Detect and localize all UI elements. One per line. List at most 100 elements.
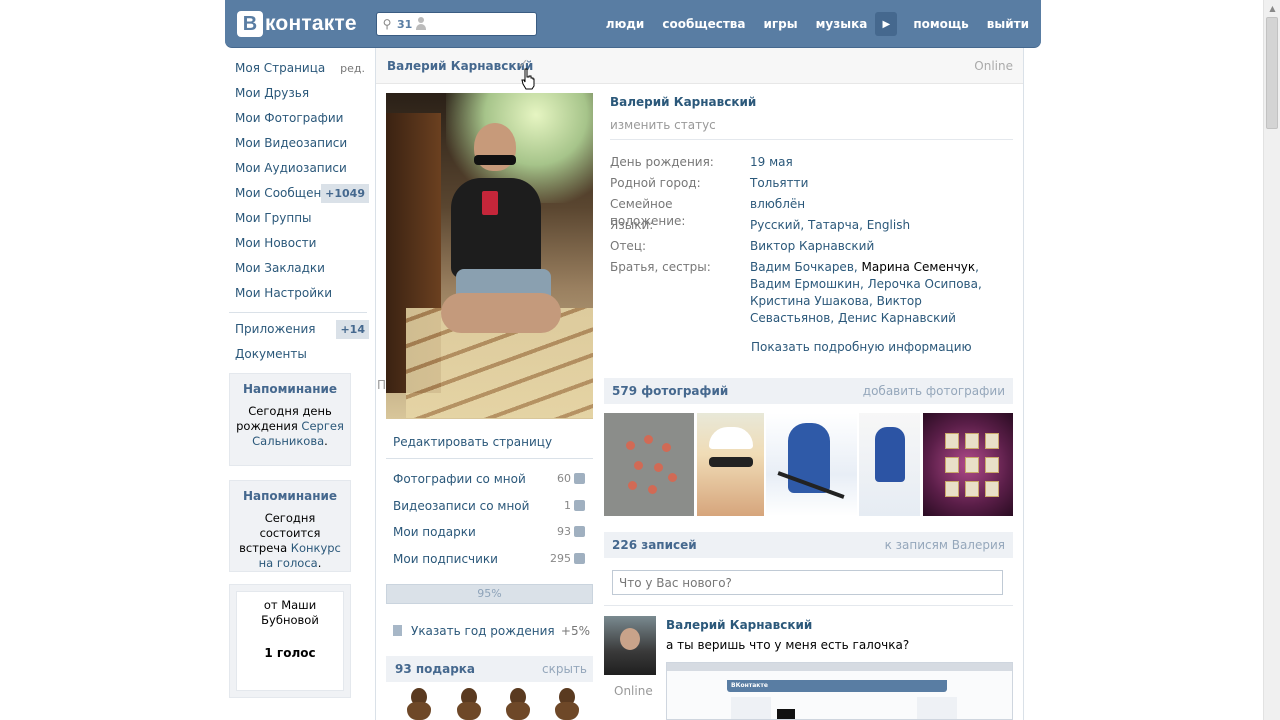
photo-thumb[interactable]	[923, 413, 1013, 516]
menu-label: Моя Страница	[235, 61, 326, 75]
music-play-icon[interactable]: ▶	[875, 12, 898, 36]
photo-thumb[interactable]	[859, 413, 920, 516]
wall-post-input[interactable]: Что у Вас нового?	[612, 570, 1003, 595]
post-attached-screenshot[interactable]: ВКонтакте	[666, 662, 1013, 720]
photos-count-link[interactable]: 579 фотографий	[612, 384, 728, 398]
progress-text: 95%	[477, 587, 502, 600]
info-value[interactable]: Виктор Карнавский	[750, 238, 1013, 255]
nav-logout[interactable]: выйти	[987, 17, 1029, 31]
search-icon: ⚲	[382, 17, 392, 31]
hand-cursor-icon	[521, 68, 535, 90]
my-gifts-link[interactable]: Мои подарки 93	[386, 519, 593, 546]
set-birth-year[interactable]: Указать год рождения +5%	[393, 624, 593, 638]
top-header: В контакте ⚲ Поиск 31 люди сообщества иг…	[225, 0, 1041, 392]
photo-thumb[interactable]	[697, 413, 764, 516]
info-value[interactable]: 19 мая	[750, 154, 1013, 171]
gift-item[interactable]	[456, 688, 482, 720]
profile-content: Валерий Карнавский ✓ Online Редактироват…	[375, 48, 1024, 720]
reminder-text: .	[317, 556, 322, 570]
poll-votes[interactable]: 1 голос	[237, 646, 343, 660]
search-input[interactable]: ⚲ Поиск 31	[376, 12, 537, 392]
wall-header: 226 записей к записям Валерия	[604, 532, 1013, 558]
vk-logo[interactable]: В контакте	[237, 9, 357, 39]
users-icon	[574, 552, 585, 564]
gift-item[interactable]	[505, 688, 531, 720]
info-label: День рождения:	[610, 155, 714, 169]
show-more-info-link[interactable]: Показать подробную информацию	[751, 340, 972, 354]
info-value[interactable]: Тольятти	[750, 175, 1013, 192]
menu-my-groups[interactable]: Мои Группы	[229, 206, 371, 231]
menu-my-settings[interactable]: Мои Настройки	[229, 281, 371, 306]
info-value[interactable]: влюблён	[750, 196, 1013, 213]
menu-my-audio[interactable]: Мои Аудиозаписи	[229, 156, 371, 181]
info-label: Языки:	[610, 218, 654, 232]
gifts-hide-link[interactable]: скрыть	[542, 662, 587, 676]
reminder-body: Сегодня состоится встреча Конкурс на гол…	[236, 511, 344, 571]
info-value[interactable]: Русский, Татарча, English	[750, 217, 1013, 234]
camera-icon	[574, 473, 585, 484]
menu-my-videos[interactable]: Мои Видеозаписи	[229, 131, 371, 156]
profile-completeness-bar: 95%	[386, 584, 593, 604]
info-row-relationship: Семейное положение: влюблён	[610, 196, 1013, 228]
wall-count[interactable]: 226 записей	[612, 538, 697, 552]
scroll-up-icon[interactable]: ▲	[1264, 0, 1280, 17]
screenshot-logo: ВКонтакте	[731, 682, 768, 689]
profile-info: Валерий Карнавский изменить статус День …	[610, 95, 1013, 327]
menu-my-messages[interactable]: Мои Сообщения +1049	[229, 181, 371, 206]
profile-name: Валерий Карнавский	[610, 95, 757, 109]
nav-help[interactable]: помощь	[913, 17, 968, 31]
film-icon	[574, 499, 585, 511]
poll-author: от Маши Бубновой	[261, 598, 319, 627]
post-author-avatar[interactable]	[604, 616, 656, 675]
info-row-birthday: День рождения: 19 мая	[610, 154, 1013, 171]
apps-badge: +14	[336, 320, 369, 339]
menu-edit-link[interactable]: ред.	[340, 56, 365, 81]
link-label: Видеозаписи со мной	[393, 498, 530, 513]
link-label: Мои подписчики	[393, 551, 498, 566]
nav-people[interactable]: люди	[606, 17, 645, 31]
poll-inner: от Маши Бубновой 1 голос	[236, 591, 344, 691]
avatar-links: Фотографии со мной 60 Видеозаписи со мно…	[386, 466, 593, 572]
info-row-siblings: Братья, сестры: Вадим Бочкарев, Марина С…	[610, 259, 1013, 327]
reminder-text: .	[324, 434, 328, 448]
photo-thumb[interactable]	[766, 413, 857, 516]
my-subscribers-link[interactable]: Мои подписчики 295	[386, 546, 593, 573]
nav-music[interactable]: музыка	[816, 17, 868, 31]
profile-title-bar: Валерий Карнавский ✓ Online	[376, 48, 1023, 90]
gifts-title[interactable]: 93 подарка	[395, 662, 475, 676]
gift-item[interactable]	[554, 688, 580, 720]
post-author-name[interactable]: Валерий Карнавский	[666, 618, 812, 632]
reminder-title: Напоминание	[242, 489, 338, 503]
top-nav: люди сообщества игры музыка ▶ помощь вый…	[588, 0, 1029, 48]
change-status-link[interactable]: изменить статус	[610, 118, 1013, 132]
wall-post-placeholder: Что у Вас нового?	[619, 576, 732, 590]
sibling-link[interactable]: Вадим Бочкарев,	[750, 260, 862, 274]
profile-avatar-photo[interactable]	[386, 93, 593, 419]
info-label: Отец:	[610, 239, 647, 253]
wall-link[interactable]: к записям Валерия	[885, 538, 1005, 552]
menu-my-news[interactable]: Мои Новости	[229, 231, 371, 256]
menu-documents[interactable]: Документы	[229, 342, 371, 367]
gift-item[interactable]	[406, 688, 432, 720]
info-row-father: Отец: Виктор Карнавский	[610, 238, 1013, 255]
edit-page-link[interactable]: Редактировать страницу	[393, 435, 552, 449]
menu-my-friends[interactable]: Мои Друзья	[229, 81, 371, 106]
menu-apps[interactable]: Приложения +14	[229, 317, 371, 342]
menu-my-page[interactable]: Моя Страница ред.	[229, 56, 371, 81]
profile-hint-icon	[393, 625, 402, 636]
reminder-event: Напоминание Сегодня состоится встреча Ко…	[229, 480, 351, 572]
menu-my-photos[interactable]: Мои Фотографии	[229, 106, 371, 131]
menu-divider	[229, 312, 367, 313]
nav-communities[interactable]: сообщества	[662, 17, 745, 31]
page-scrollbar[interactable]: ▲	[1263, 0, 1280, 720]
photo-thumb[interactable]	[604, 413, 694, 516]
photos-with-me-link[interactable]: Фотографии со мной 60	[386, 466, 593, 493]
add-photos-link[interactable]: добавить фотографии	[863, 384, 1005, 398]
nav-games[interactable]: игры	[764, 17, 798, 31]
photos-header: 579 фотографий добавить фотографии	[604, 378, 1013, 404]
info-row-languages: Языки: Русский, Татарча, English	[610, 217, 1013, 234]
videos-with-me-link[interactable]: Видеозаписи со мной 1	[386, 493, 593, 520]
scroll-thumb[interactable]	[1266, 17, 1278, 129]
menu-my-bookmarks[interactable]: Мои Закладки	[229, 256, 371, 281]
online-status: Online	[974, 59, 1013, 73]
